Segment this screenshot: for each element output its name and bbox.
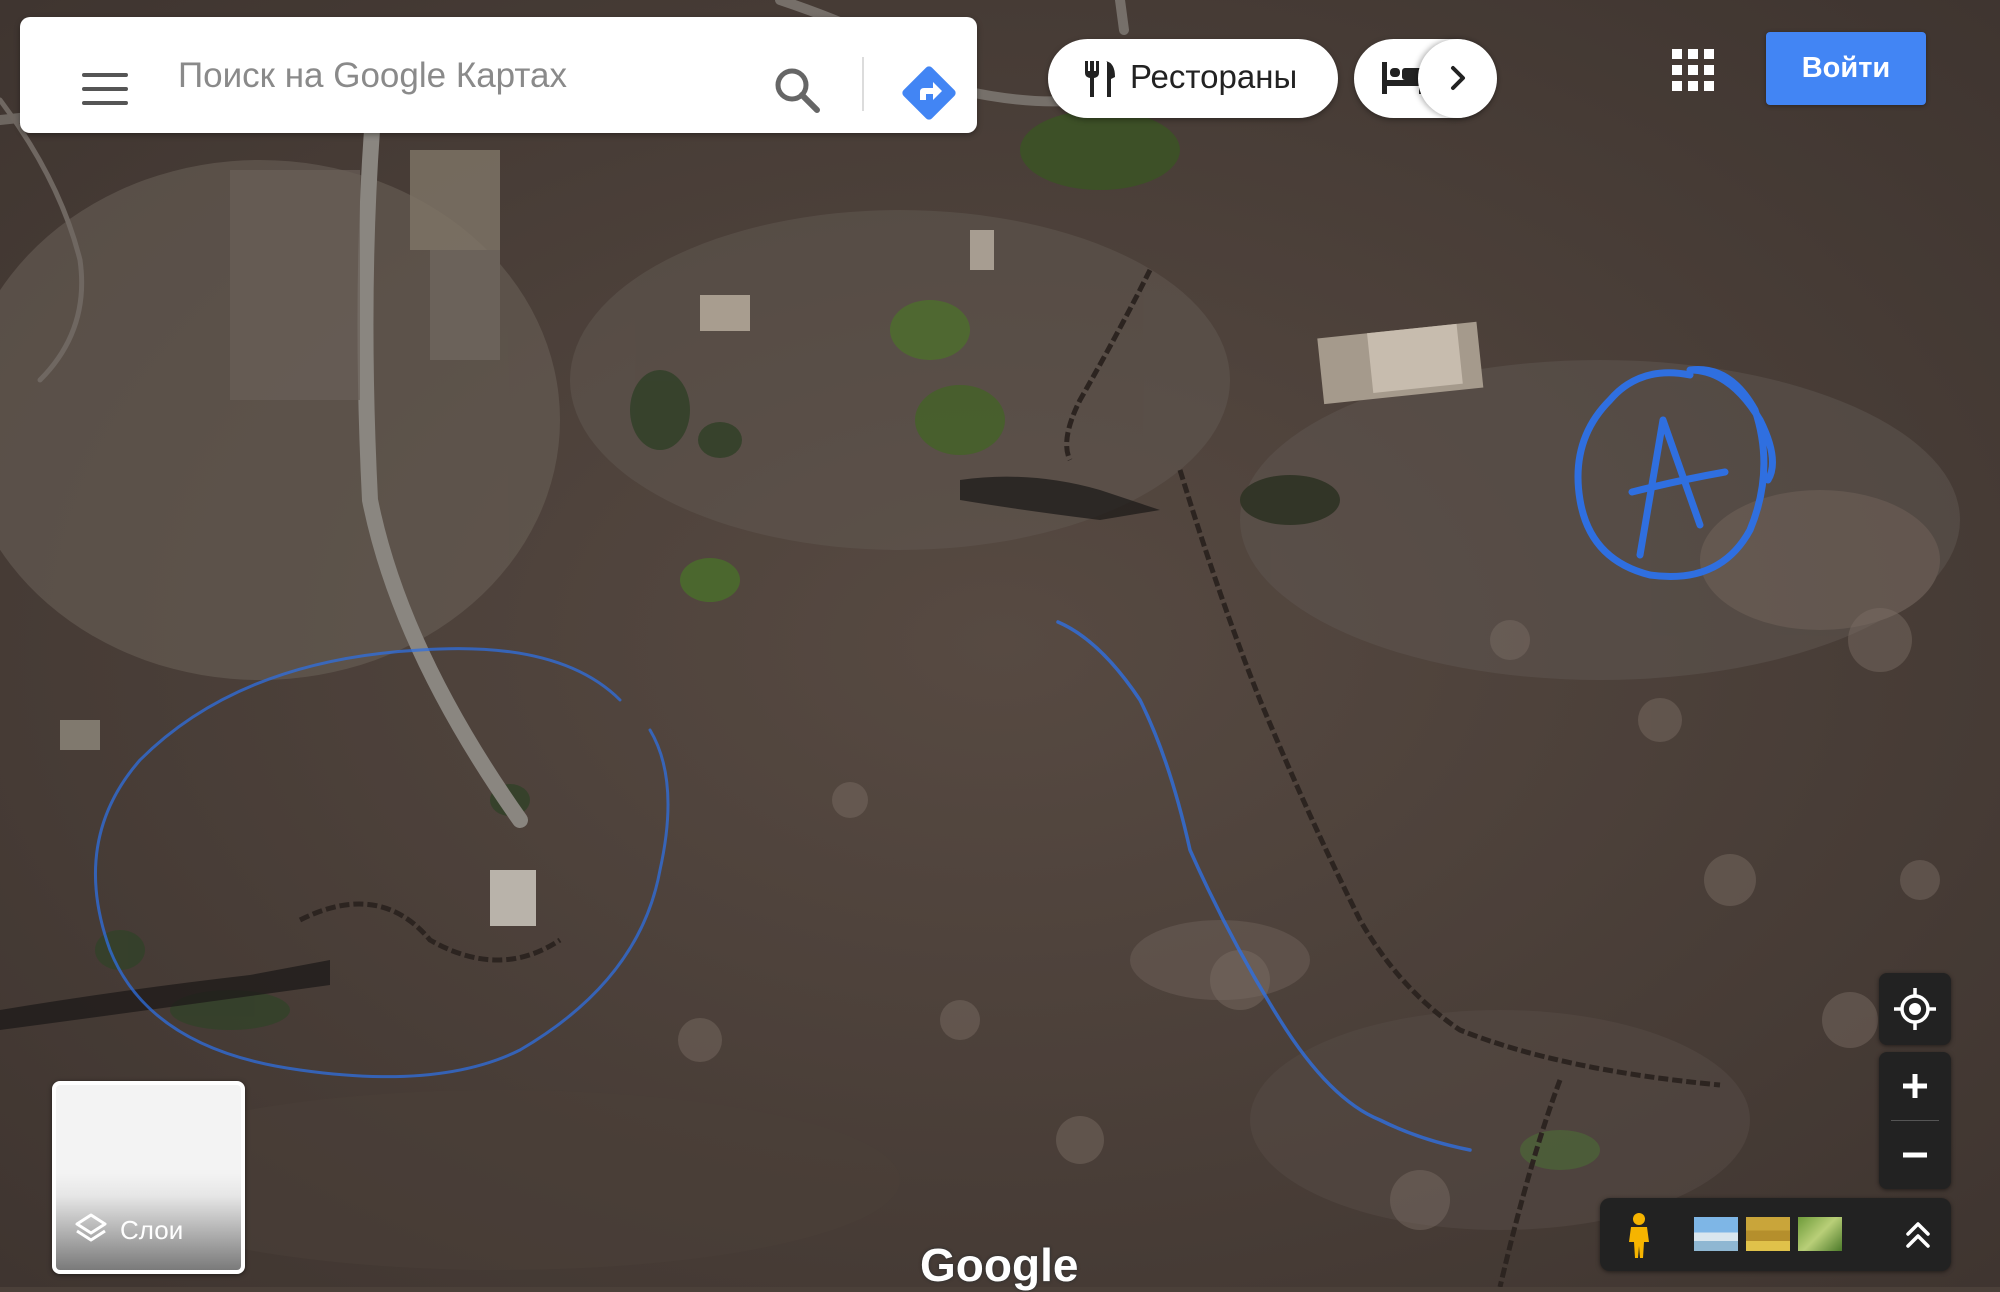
- sign-in-button[interactable]: Войти: [1766, 32, 1926, 105]
- layers-button[interactable]: Слои: [52, 1081, 245, 1274]
- imagery-thumbnail-3[interactable]: [1798, 1217, 1842, 1251]
- chips-next-button[interactable]: [1418, 39, 1497, 118]
- directions-icon[interactable]: [900, 64, 958, 122]
- plus-icon: [1903, 1074, 1927, 1098]
- search-box: [20, 17, 977, 133]
- minus-icon: [1903, 1152, 1927, 1158]
- menu-icon[interactable]: [82, 73, 128, 107]
- zoom-out-button[interactable]: [1879, 1121, 1951, 1189]
- my-location-button[interactable]: [1879, 973, 1951, 1045]
- restaurants-label: Рестораны: [1130, 58, 1298, 95]
- imagery-thumbnail-2[interactable]: [1746, 1217, 1790, 1251]
- chevron-right-icon: [1451, 66, 1465, 90]
- apps-grid-icon[interactable]: [1672, 49, 1714, 91]
- pegman-icon[interactable]: [1624, 1212, 1654, 1260]
- restaurants-chip[interactable]: Рестораны: [1048, 39, 1338, 118]
- my-location-icon: [1894, 988, 1936, 1030]
- satellite-map[interactable]: A: [0, 0, 2000, 1287]
- zoom-controls: [1879, 1052, 1951, 1189]
- search-input[interactable]: [176, 53, 740, 99]
- imagery-thumbnail-1[interactable]: [1694, 1217, 1738, 1251]
- layers-label: Слои: [120, 1215, 184, 1245]
- google-logo: Google: [920, 1239, 1079, 1291]
- layers-icon: [75, 1213, 107, 1242]
- restaurant-icon: [1085, 61, 1115, 97]
- zoom-in-button[interactable]: [1879, 1052, 1951, 1120]
- search-icon[interactable]: [772, 65, 822, 115]
- imagery-bar: [1600, 1198, 1951, 1271]
- double-chevron-up-icon[interactable]: [1900, 1216, 1936, 1252]
- search-divider: [862, 57, 864, 111]
